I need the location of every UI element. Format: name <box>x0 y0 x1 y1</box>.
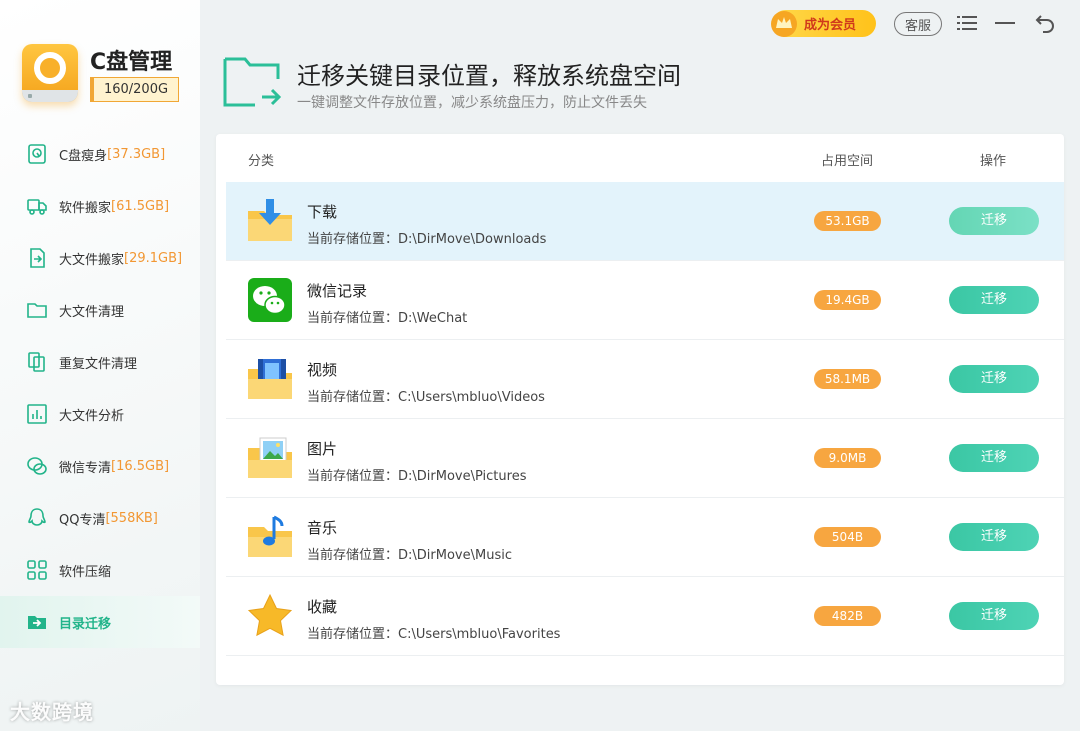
file-move-icon <box>26 247 48 269</box>
row-location: 当前存储位置：C:\Users\mbluo\Videos <box>307 390 545 405</box>
picture-folder-icon <box>248 437 292 478</box>
sidebar-item-qq-clean[interactable]: QQ专清 [558KB] <box>0 492 200 544</box>
crown-icon <box>771 10 797 37</box>
migrate-button[interactable]: 迁移 <box>949 523 1039 551</box>
sidebar-item-software-compress[interactable]: 软件压缩 <box>0 544 200 596</box>
row-size-badge: 58.1MB <box>814 369 881 389</box>
row-location: 当前存储位置：D:\DirMove\Pictures <box>307 469 527 484</box>
folder-arrow-icon <box>26 611 48 633</box>
column-space: 占用空间 <box>821 154 874 169</box>
column-action: 操作 <box>980 154 1007 169</box>
sidebar-item-label: 目录迁移 <box>59 616 112 632</box>
sidebar-item-c-slim[interactable]: C盘瘦身 [37.3GB] <box>0 128 200 180</box>
sidebar-item-label: C盘瘦身 <box>59 148 108 164</box>
page-title: 迁移关键目录位置，释放系统盘空间 <box>297 62 681 90</box>
sidebar-item-software-move[interactable]: 软件搬家 [61.5GB] <box>0 180 200 232</box>
table-row[interactable]: 视频 当前存储位置：C:\Users\mbluo\Videos 58.1MB 迁… <box>226 340 1064 419</box>
disk-slim-icon <box>26 143 48 165</box>
row-size-badge: 19.4GB <box>814 290 881 310</box>
download-folder-icon <box>248 199 292 241</box>
sidebar-item-label: 大文件清理 <box>59 304 125 320</box>
sidebar-item-large-file-clean[interactable]: 大文件清理 <box>0 284 200 336</box>
back-icon[interactable] <box>1032 10 1058 36</box>
customer-service-button[interactable]: 客服 <box>894 12 942 36</box>
table-row[interactable]: 音乐 当前存储位置：D:\DirMove\Music 504B 迁移 <box>226 498 1064 577</box>
video-folder-icon <box>248 359 292 399</box>
minimize-icon[interactable] <box>994 10 1016 36</box>
row-name: 图片 <box>307 440 338 458</box>
column-category: 分类 <box>248 154 275 169</box>
row-size-badge: 504B <box>814 527 881 547</box>
table-row[interactable]: 微信记录 当前存储位置：D:\WeChat 19.4GB 迁移 <box>226 261 1064 340</box>
migrate-button[interactable]: 迁移 <box>949 444 1039 472</box>
sidebar-item-directory-move[interactable]: 目录迁移 <box>0 596 200 648</box>
sidebar-item-duplicate-clean[interactable]: 重复文件清理 <box>0 336 200 388</box>
sidebar-item-label: QQ专清 <box>59 512 106 528</box>
sidebar-nav: C盘瘦身 [37.3GB] 软件搬家 [61.5GB] 大文件搬家 [29.1GB] … <box>0 128 200 648</box>
app-title: C盘管理 <box>90 50 173 75</box>
row-size-badge: 53.1GB <box>814 211 881 231</box>
table-row[interactable]: 图片 当前存储位置：D:\DirMove\Pictures 9.0MB 迁移 <box>226 419 1064 498</box>
migrate-button[interactable]: 迁移 <box>949 207 1039 235</box>
sidebar-item-label: 大文件搬家 <box>59 252 125 268</box>
row-size-badge: 9.0MB <box>814 448 881 468</box>
sidebar-item-tag: [558KB] <box>105 510 158 526</box>
migrate-button[interactable]: 迁移 <box>949 365 1039 393</box>
star-icon <box>247 593 293 637</box>
migrate-button[interactable]: 迁移 <box>949 286 1039 314</box>
row-name: 收藏 <box>307 598 338 616</box>
sidebar-item-tag: [37.3GB] <box>107 146 166 162</box>
music-folder-icon <box>248 515 292 557</box>
sidebar-item-large-file-analysis[interactable]: 大文件分析 <box>0 388 200 440</box>
row-location: 当前存储位置：D:\DirMove\Downloads <box>307 232 547 247</box>
row-location: 当前存储位置：D:\DirMove\Music <box>307 548 512 563</box>
sidebar-item-label: 软件压缩 <box>59 564 112 580</box>
sidebar-item-label: 微信专清 <box>59 460 112 476</box>
directory-table: 分类 占用空间 操作 下载 当前存储位置：D:\DirMove\Download… <box>216 134 1064 685</box>
migrate-button[interactable]: 迁移 <box>949 602 1039 630</box>
truck-icon <box>26 195 48 217</box>
folder-icon <box>26 299 48 321</box>
sidebar-item-wechat-clean[interactable]: 微信专清 [16.5GB] <box>0 440 200 492</box>
sidebar-item-label: 大文件分析 <box>59 408 125 424</box>
row-size-badge: 482B <box>814 606 881 626</box>
qq-icon <box>26 507 48 529</box>
disk-capacity-badge: 160/200G <box>90 77 179 102</box>
menu-icon[interactable] <box>956 10 978 36</box>
sidebar: C盘管理 160/200G C盘瘦身 [37.3GB] 软件搬家 [61.5GB] … <box>0 0 200 731</box>
sidebar-item-tag: [29.1GB] <box>124 250 183 266</box>
duplicate-file-icon <box>26 351 48 373</box>
row-name: 微信记录 <box>307 282 368 300</box>
grid-icon <box>26 559 48 581</box>
row-name: 下载 <box>307 203 338 221</box>
app-logo <box>22 44 78 102</box>
become-member-button[interactable]: 成为会员 <box>771 10 876 37</box>
sidebar-item-label: 重复文件清理 <box>59 356 138 372</box>
bar-chart-icon <box>26 403 48 425</box>
table-row[interactable]: 下载 当前存储位置：D:\DirMove\Downloads 53.1GB 迁移 <box>226 182 1064 261</box>
become-member-label: 成为会员 <box>804 18 857 33</box>
row-name: 视频 <box>307 361 338 379</box>
wechat-icon <box>248 278 292 322</box>
sidebar-item-large-file-move[interactable]: 大文件搬家 [29.1GB] <box>0 232 200 284</box>
sidebar-item-label: 软件搬家 <box>59 200 112 216</box>
table-row[interactable]: 收藏 当前存储位置：C:\Users\mbluo\Favorites 482B … <box>226 577 1064 656</box>
wechat-icon <box>26 455 48 477</box>
watermark: 大数跨境 <box>10 700 94 724</box>
row-location: 当前存储位置：C:\Users\mbluo\Favorites <box>307 627 561 642</box>
row-location: 当前存储位置：D:\WeChat <box>307 311 468 326</box>
folder-move-icon <box>223 57 282 107</box>
row-name: 音乐 <box>307 519 338 537</box>
page-subtitle: 一键调整文件存放位置，减少系统盘压力，防止文件丢失 <box>297 95 647 111</box>
sidebar-item-tag: [16.5GB] <box>111 458 170 474</box>
sidebar-item-tag: [61.5GB] <box>111 198 170 214</box>
table-header: 分类 占用空间 操作 <box>216 134 1064 182</box>
